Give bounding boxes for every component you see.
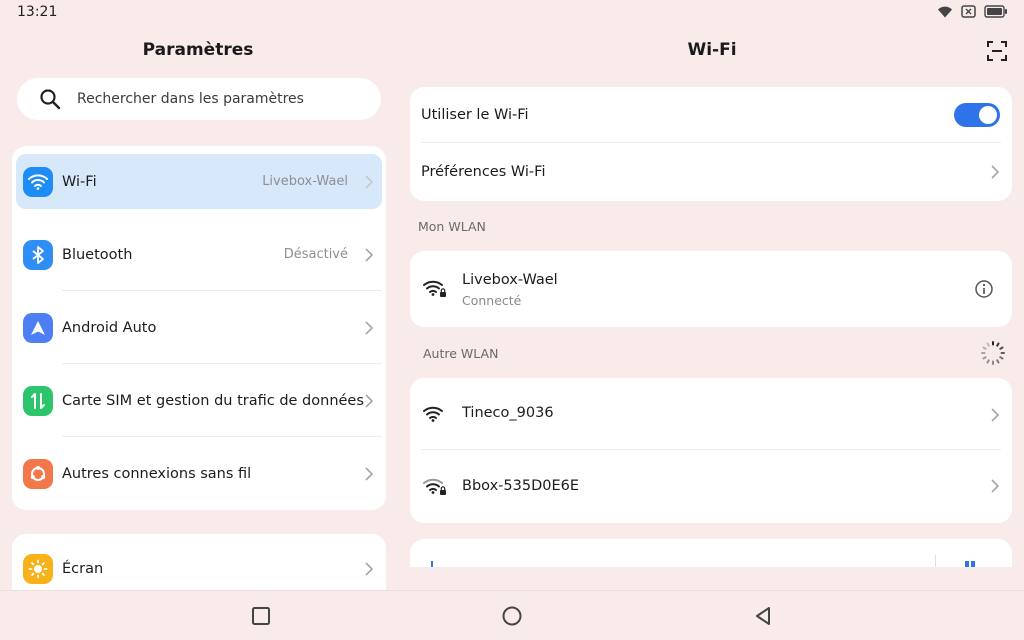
other-wlan-label: Autre WLAN [423, 346, 499, 361]
loading-spinner-icon [981, 341, 1005, 365]
wifi-signal-icon [938, 6, 952, 18]
other-connections-icon [23, 458, 53, 489]
sidebar-item-label: Autres connexions sans fil [62, 465, 252, 482]
chevron-right-icon [991, 479, 1000, 493]
chevron-right-icon [365, 393, 374, 408]
display-brightness-icon [23, 554, 53, 584]
network-row[interactable]: Tineco_9036 [410, 378, 1012, 450]
wifi-icon [23, 166, 53, 197]
network-name: Bbox-535D0E6E [462, 478, 580, 494]
chevron-right-icon [365, 466, 374, 481]
toggle-knob [979, 106, 997, 124]
text-cursor [431, 561, 433, 567]
sidebar-item-sim-data[interactable]: Carte SIM et gestion du trafic de donnée… [16, 364, 382, 437]
home-button[interactable] [501, 605, 523, 627]
sidebar-item-wifi[interactable]: Wi-Fi Livebox-Wael [16, 154, 382, 209]
chevron-right-icon [991, 408, 1000, 422]
chevron-right-icon [365, 247, 374, 262]
sidebar-item-value: Désactivé [283, 247, 348, 262]
wifi-settings-card: Utiliser le Wi-Fi Préférences Wi-Fi [410, 87, 1012, 201]
scan-qr-button[interactable] [986, 40, 1008, 62]
network-row-connected[interactable]: Livebox-Wael Connecté [410, 251, 1012, 327]
sidebar-item-label: Carte SIM et gestion du trafic de donnée… [62, 392, 364, 409]
wifi-title: Wi-Fi [687, 40, 737, 60]
scan-icon [987, 41, 1007, 61]
wifi-locked-icon [423, 478, 446, 495]
wifi-preferences-label: Préférences Wi-Fi [421, 164, 546, 180]
navigation-bar [0, 590, 1024, 640]
recent-apps-button[interactable] [250, 605, 272, 627]
use-wifi-row[interactable]: Utiliser le Wi-Fi [410, 87, 1012, 143]
my-wlan-label: Mon WLAN [418, 219, 486, 234]
sidebar-item-android-auto[interactable]: Android Auto [16, 291, 382, 364]
search-placeholder: Rechercher dans les paramètres [77, 91, 304, 107]
status-icons [937, 5, 1008, 18]
chevron-right-icon [365, 174, 374, 189]
add-network-card[interactable] [410, 539, 1012, 567]
sidebar-item-label: Bluetooth [62, 246, 133, 263]
network-name: Livebox-Wael [462, 272, 558, 288]
sidebar-item-other-connections[interactable]: Autres connexions sans fil [16, 437, 382, 510]
wifi-locked-icon [423, 280, 446, 297]
status-bar: 13:21 [0, 0, 1024, 26]
settings-title: Paramètres [142, 40, 254, 60]
divider [935, 555, 936, 567]
no-sim-icon [961, 5, 976, 18]
network-row[interactable]: Bbox-535D0E6E [410, 450, 1012, 523]
chevron-right-icon [991, 165, 1000, 179]
wifi-preferences-row[interactable]: Préférences Wi-Fi [410, 143, 1012, 201]
other-networks-card: Tineco_9036 Bbox-535D0E6E [410, 378, 1012, 523]
settings-display-card: Écran [12, 534, 386, 590]
sidebar-item-label: Android Auto [62, 319, 157, 336]
android-auto-icon [23, 312, 53, 343]
network-status: Connecté [462, 293, 522, 308]
chevron-right-icon [365, 562, 374, 576]
sidebar-item-display[interactable]: Écran [16, 534, 382, 590]
info-icon[interactable] [974, 279, 994, 299]
use-wifi-label: Utiliser le Wi-Fi [421, 107, 529, 123]
back-button[interactable] [752, 605, 774, 627]
search-icon [40, 89, 61, 110]
connected-network-card: Livebox-Wael Connecté [410, 251, 1012, 327]
qr-code-icon[interactable] [964, 561, 984, 567]
settings-connections-card: Wi-Fi Livebox-Wael Bluetooth Désactivé A… [12, 146, 386, 510]
search-input[interactable]: Rechercher dans les paramètres [17, 78, 381, 120]
sidebar-item-value: Livebox-Wael [262, 174, 348, 189]
sidebar-item-bluetooth[interactable]: Bluetooth Désactivé [16, 218, 382, 291]
sidebar-item-label: Wi-Fi [62, 173, 97, 190]
wifi-toggle[interactable] [954, 103, 1000, 127]
status-time: 13:21 [17, 4, 58, 20]
chevron-right-icon [365, 320, 374, 335]
sim-data-icon [23, 385, 53, 416]
sidebar-item-label: Écran [62, 561, 104, 577]
bluetooth-icon [23, 239, 53, 270]
battery-icon [984, 5, 1007, 18]
wifi-signal-icon [423, 406, 443, 422]
network-name: Tineco_9036 [462, 405, 554, 421]
